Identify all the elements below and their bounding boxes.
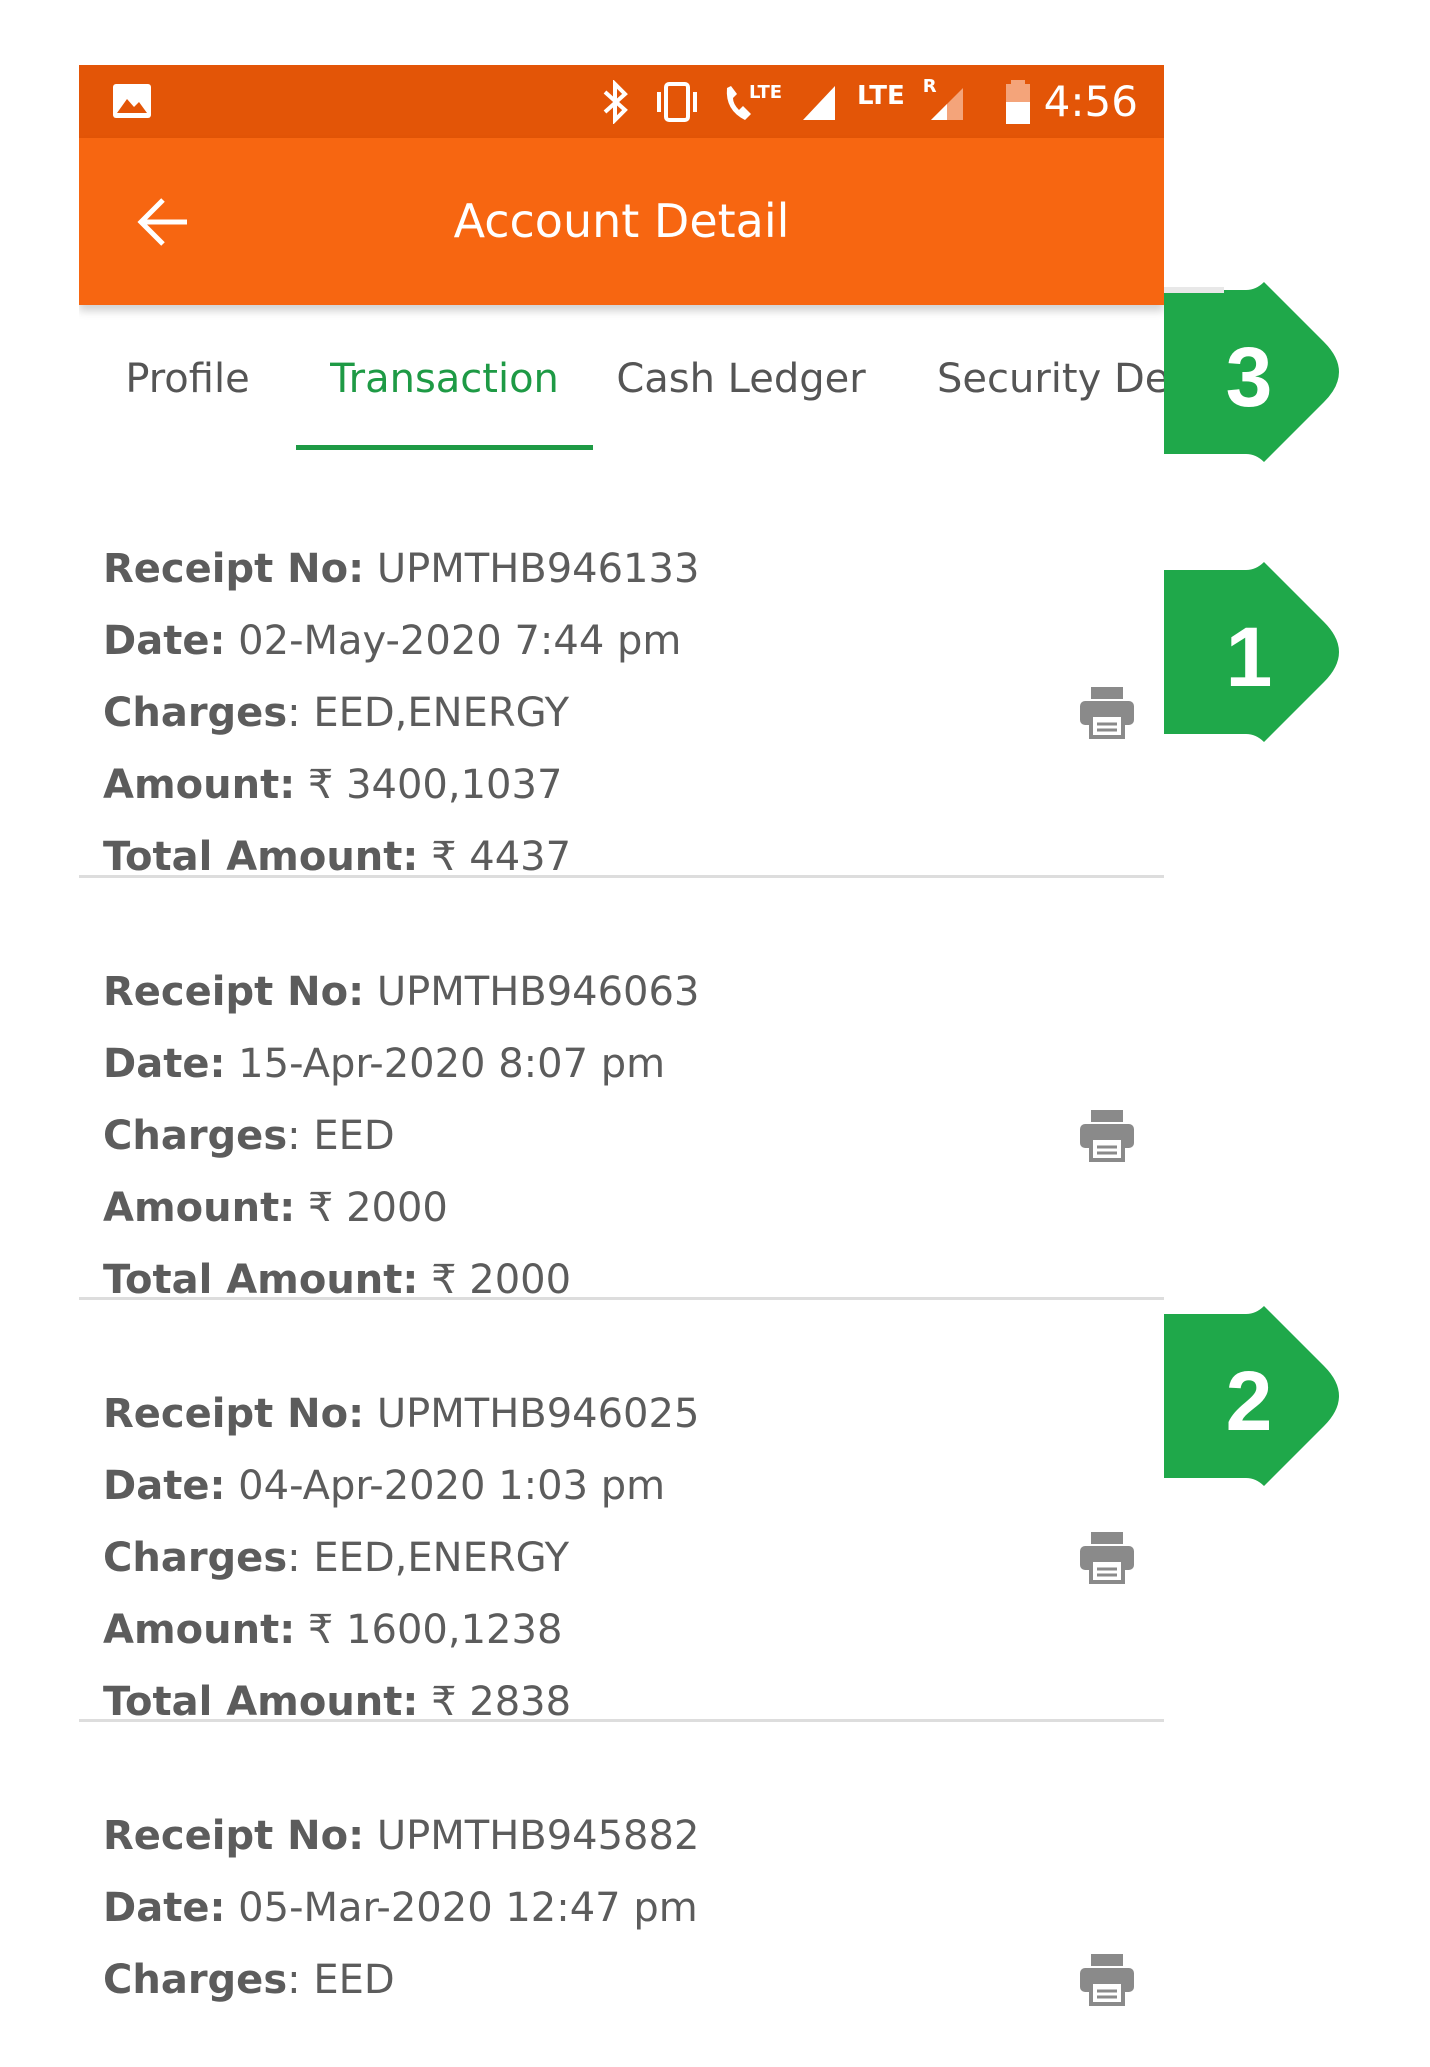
active-tab-indicator — [296, 445, 593, 450]
receipt-amount: 3400,1037 — [346, 762, 563, 808]
image-notification-icon — [113, 84, 151, 118]
tab-cash-ledger[interactable]: Cash Ledger — [593, 315, 889, 435]
network-type-label: LTE — [857, 81, 905, 111]
amount-row: Amount: ₹ 1600,1238 — [103, 1607, 563, 1653]
signal-strength-icon — [803, 86, 835, 120]
vibrate-icon — [657, 82, 697, 122]
callout-number: 1 — [1225, 610, 1273, 704]
receipt-number: UPMTHB946133 — [376, 546, 700, 592]
receipt-charges: EED,ENERGY — [313, 690, 570, 736]
receipt-charges: EED — [313, 1113, 395, 1159]
receipt-card: Receipt No: UPMTHB946025 Date: 04-Apr-20… — [79, 1298, 1164, 1725]
receipt-amount: 2000 — [346, 1185, 448, 1231]
receipt-amount: 1600,1238 — [346, 1607, 563, 1653]
receipt-date: 15-Apr-2020 8:07 pm — [238, 1041, 666, 1087]
callout-badge: 1 — [1164, 552, 1364, 762]
receipt-number-row: Receipt No: UPMTHB946025 — [103, 1391, 700, 1437]
print-icon[interactable] — [1078, 1952, 1136, 2006]
receipt-total: 4437 — [469, 834, 572, 880]
print-icon[interactable] — [1078, 1108, 1136, 1162]
receipt-date: 04-Apr-2020 1:03 pm — [238, 1463, 666, 1509]
receipt-number-row: Receipt No: UPMTHB945882 — [103, 1813, 700, 1859]
date-row: Date: 02-May-2020 7:44 pm — [103, 618, 682, 664]
receipt-number: UPMTHB946025 — [376, 1391, 700, 1437]
receipt-number: UPMTHB946063 — [376, 969, 700, 1015]
print-icon[interactable] — [1078, 685, 1136, 739]
receipt-card: Receipt No: UPMTHB946133 Date: 02-May-20… — [79, 453, 1164, 880]
charges-row: Charges: EED,ENERGY — [103, 1535, 570, 1581]
print-icon[interactable] — [1078, 1530, 1136, 1584]
phone-screen: LTE LTE R 4:56 Account Detail Profile Tr… — [79, 65, 1164, 2067]
battery-icon — [1005, 80, 1030, 124]
receipt-date: 05-Mar-2020 12:47 pm — [238, 1885, 698, 1931]
receipt-number: UPMTHB945882 — [376, 1813, 700, 1859]
tab-security-deposit[interactable]: Security Dep — [937, 315, 1164, 435]
callout-badge: 3 — [1164, 272, 1364, 482]
date-row: Date: 05-Mar-2020 12:47 pm — [103, 1885, 698, 1931]
receipt-card: Receipt No: UPMTHB945882 Date: 05-Mar-20… — [79, 1720, 1164, 2067]
app-bar: Account Detail — [79, 138, 1164, 305]
receipt-number-row: Receipt No: UPMTHB946063 — [103, 969, 700, 1015]
amount-row: Amount: ₹ 3400,1037 — [103, 762, 563, 808]
amount-row: Amount: ₹ 2000 — [103, 1185, 448, 1231]
charges-row: Charges: EED — [103, 1957, 395, 2003]
callout-number: 2 — [1225, 1354, 1273, 1448]
receipt-number-row: Receipt No: UPMTHB946133 — [103, 546, 700, 592]
receipt-charges: EED — [313, 1957, 395, 2003]
volte-call-icon: LTE — [726, 82, 781, 120]
bluetooth-icon — [603, 80, 628, 124]
page-title: Account Detail — [453, 194, 790, 248]
roaming-signal-icon: R — [923, 76, 969, 124]
date-row: Date: 15-Apr-2020 8:07 pm — [103, 1041, 666, 1087]
receipt-card: Receipt No: UPMTHB946063 Date: 15-Apr-20… — [79, 876, 1164, 1303]
charges-row: Charges: EED — [103, 1113, 395, 1159]
callout-number: 3 — [1225, 330, 1273, 424]
receipt-date: 02-May-2020 7:44 pm — [238, 618, 682, 664]
tab-transaction[interactable]: Transaction — [296, 315, 593, 435]
date-row: Date: 04-Apr-2020 1:03 pm — [103, 1463, 666, 1509]
clock-time: 4:56 — [1043, 77, 1138, 126]
callout-badge: 2 — [1164, 1296, 1364, 1506]
tab-bar: Profile Transaction Cash Ledger Security… — [79, 315, 1164, 435]
svg-text:LTE: LTE — [749, 82, 781, 103]
receipt-total: 2000 — [469, 1257, 572, 1303]
status-bar: LTE LTE R 4:56 — [79, 65, 1164, 138]
receipt-charges: EED,ENERGY — [313, 1535, 570, 1581]
tab-profile[interactable]: Profile — [79, 315, 296, 435]
receipt-total: 2838 — [469, 1679, 572, 1725]
charges-row: Charges: EED,ENERGY — [103, 690, 570, 736]
